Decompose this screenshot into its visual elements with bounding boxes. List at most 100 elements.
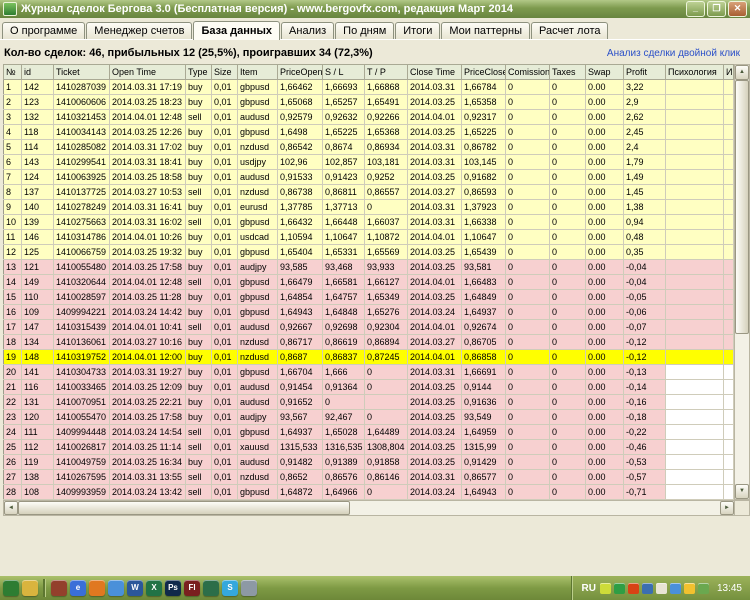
mail-icon[interactable] [108,580,124,596]
column-header[interactable]: Profit [623,64,666,80]
tab-4[interactable]: Анализ [281,22,335,39]
cell-profit: -0,05 [623,289,666,305]
network-icon[interactable] [669,582,681,594]
maximize-button[interactable]: ❐ [707,1,726,17]
table-row[interactable]: 20 141 1410304733 2014.03.31 19:27 buy 0,01 gb… [3,364,734,380]
antivirus-icon[interactable] [613,582,625,594]
table-row[interactable]: 16 109 1409994221 2014.03.24 14:42 buy 0,01 gb… [3,304,734,320]
column-header[interactable]: Ticket [53,64,110,80]
vertical-scroll-track[interactable] [735,80,749,484]
column-header[interactable]: S / L [322,64,365,80]
update-icon[interactable] [627,582,639,594]
table-row[interactable]: 15 110 1410028597 2014.03.25 11:28 buy 0,01 gb… [3,289,734,305]
column-header[interactable]: Swap [585,64,624,80]
table-row[interactable]: 25 112 1410026817 2014.03.25 11:14 sell 0,01 x… [3,439,734,455]
word-icon[interactable]: W [127,580,143,596]
table-row[interactable]: 5 114 1410285082 2014.03.31 17:02 buy 0,01 nzd… [3,139,734,155]
column-header[interactable]: № [3,64,22,80]
column-header[interactable]: Type [185,64,212,80]
flash-icon[interactable]: Fl [184,580,200,596]
table-row[interactable]: 27 138 1410267595 2014.03.31 13:55 sell 0,01 n… [3,469,734,485]
table-row[interactable]: 22 131 1410070951 2014.03.25 22:21 buy 0,01 au… [3,394,734,410]
table-row[interactable]: 2 123 1410060606 2014.03.25 18:23 buy 0,01 gbp… [3,94,734,110]
table-row[interactable]: 18 134 1410136061 2014.03.27 10:16 buy 0,01 nz… [3,334,734,350]
column-header[interactable]: PriceOpen [277,64,323,80]
notepad-icon[interactable] [241,580,257,596]
horizontal-scrollbar[interactable]: ◄ ► [3,500,735,516]
firefox-icon[interactable] [89,580,105,596]
vertical-scroll-thumb[interactable] [735,80,749,334]
column-header[interactable]: Item [237,64,278,80]
column-header[interactable]: Психология [665,64,724,80]
internet-explorer-icon[interactable]: e [70,580,86,596]
table-row[interactable]: 3 132 1410321453 2014.04.01 12:48 sell 0,01 au… [3,109,734,125]
cell-ticket: 1410026817 [53,439,110,455]
scroll-up-button[interactable]: ▲ [735,65,749,80]
table-row[interactable]: 7 124 1410063925 2014.03.25 18:58 buy 0,01 aud… [3,169,734,185]
skype-icon[interactable]: S [222,580,238,596]
table-row[interactable]: 19 148 1410319752 2014.04.01 12:00 buy 0,01 nz… [3,349,734,365]
cell-size: 0,01 [211,139,238,155]
media-player-icon[interactable] [51,580,67,596]
messenger-icon[interactable] [641,582,653,594]
table-row[interactable]: 28 108 1409993959 2014.03.24 13:42 sell 0,01 g… [3,484,734,500]
tab-1[interactable]: О программе [2,22,86,39]
excel-icon[interactable]: X [146,580,162,596]
desktop-folder-icon[interactable] [22,580,38,596]
tab-2[interactable]: Менеджер счетов [86,22,193,39]
horizontal-scroll-track[interactable] [18,501,720,515]
cell-comission: 0 [505,364,550,380]
close-button[interactable]: ✕ [728,1,747,17]
table-row[interactable]: 24 111 1409994448 2014.03.24 14:54 sell 0,01 g… [3,424,734,440]
table-row[interactable]: 1 142 1410287039 2014.03.31 17:19 buy 0,01 gbp… [3,79,734,95]
column-header[interactable]: id [21,64,54,80]
taskbar-clock[interactable]: 13:45 [717,583,742,594]
tab-7[interactable]: Мои паттерны [441,22,530,39]
column-header[interactable]: И [723,64,734,80]
column-header[interactable]: Size [211,64,238,80]
pencil-tray-icon[interactable] [599,582,611,594]
table-row[interactable]: 13 121 1410055480 2014.03.25 17:58 buy 0,01 au… [3,259,734,275]
tab-6[interactable]: Итоги [395,22,441,39]
column-header[interactable]: Taxes [549,64,586,80]
column-header[interactable]: Comission [505,64,550,80]
tab-5[interactable]: По дням [335,22,395,39]
tab-3[interactable]: База данных [193,21,281,40]
scroll-down-button[interactable]: ▼ [735,484,749,499]
table-row[interactable]: 4 118 1410034143 2014.03.25 12:26 buy 0,01 gbp… [3,124,734,140]
column-header[interactable]: Open Time [109,64,186,80]
cell-item: audusd [237,169,278,185]
minimize-button[interactable]: _ [686,1,705,17]
photoshop-icon[interactable]: Ps [165,580,181,596]
table-row[interactable]: 23 120 1410055470 2014.03.25 17:58 buy 0,01 au… [3,409,734,425]
cell-taxes: 0 [549,349,586,365]
cell-close_time: 2014.03.25 [407,124,462,140]
column-header[interactable]: PriceClose [461,64,506,80]
table-row[interactable]: 8 137 1410137725 2014.03.27 10:53 sell 0,01 nz… [3,184,734,200]
tab-8[interactable]: Расчет лота [530,22,609,39]
cell-type: sell [185,184,212,200]
metatrader-icon[interactable] [203,580,219,596]
scroll-left-button[interactable]: ◄ [4,501,18,515]
horizontal-scroll-thumb[interactable] [18,501,350,515]
cell-taxes: 0 [549,109,586,125]
battery-icon[interactable] [683,582,695,594]
vertical-scrollbar[interactable]: ▲ ▼ [734,64,750,500]
language-indicator[interactable]: RU [582,583,596,594]
scroll-right-button[interactable]: ► [720,501,734,515]
table-row[interactable]: 17 147 1410315439 2014.04.01 10:41 sell 0,01 a… [3,319,734,335]
table-row[interactable]: 6 143 1410299541 2014.03.31 18:41 buy 0,01 usd… [3,154,734,170]
table-row[interactable]: 26 119 1410049759 2014.03.25 16:34 buy 0,01 au… [3,454,734,470]
volume-icon[interactable] [655,582,667,594]
column-header[interactable]: T / P [364,64,408,80]
table-row[interactable]: 10 139 1410275663 2014.03.31 16:02 sell 0,01 g… [3,214,734,230]
shield-icon[interactable] [697,582,709,594]
table-row[interactable]: 11 146 1410314786 2014.04.01 10:26 buy 0,01 us… [3,229,734,245]
table-row[interactable]: 12 125 1410066759 2014.03.25 19:32 buy 0,01 gb… [3,244,734,260]
titlebar[interactable]: Журнал сделок Бергова 3.0 (Бесплатная ве… [0,0,750,18]
table-row[interactable]: 14 149 1410320644 2014.04.01 12:48 sell 0,01 g… [3,274,734,290]
table-row[interactable]: 9 140 1410278249 2014.03.31 16:41 buy 0,01 eur… [3,199,734,215]
table-row[interactable]: 21 116 1410033465 2014.03.25 12:09 buy 0,01 au… [3,379,734,395]
start-menu-icon[interactable] [3,580,19,596]
column-header[interactable]: Close Time [407,64,462,80]
